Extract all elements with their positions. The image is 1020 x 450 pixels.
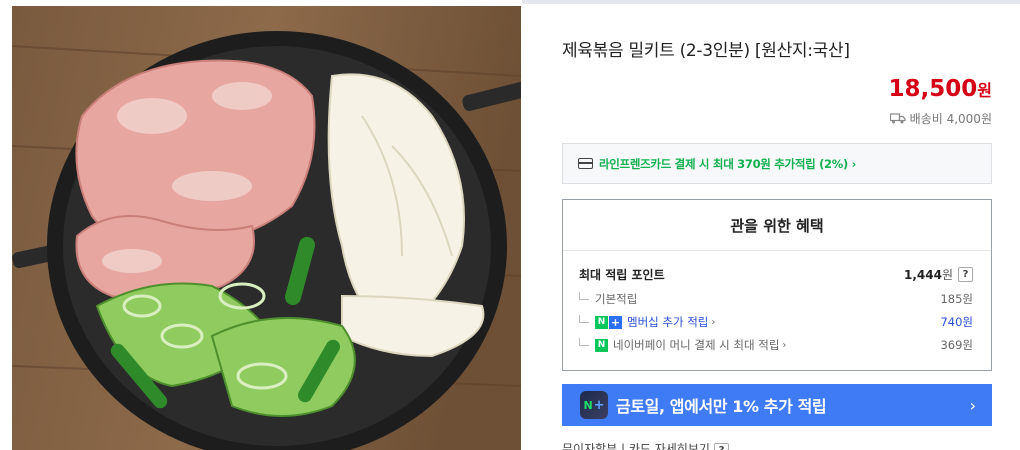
product-image-drawing xyxy=(12,6,521,450)
basic-points-label: 기본적립 xyxy=(595,292,638,306)
card-benefit-text: 라인프렌즈카드 결제 시 최대 370원 추가적립 (2%) › xyxy=(599,156,857,171)
tree-branch-icon xyxy=(579,292,589,300)
chevron-right-icon: › xyxy=(969,395,976,415)
truck-icon xyxy=(889,113,906,124)
benefit-title: 관을 위한 혜택 xyxy=(730,217,824,235)
membership-points-value: 740원 xyxy=(940,315,973,329)
benefit-box: 관을 위한 혜택 최대 적립 포인트 1,444원 ? 기본적립 185원 N … xyxy=(562,199,992,371)
card-benefit-banner[interactable]: 라인프렌즈카드 결제 시 최대 370원 추가적립 (2%) › xyxy=(562,143,992,184)
npay-points-row[interactable]: N 네이버페이 머니 결제 시 최대 적립 › 369원 xyxy=(579,337,973,353)
app-benefit-banner[interactable]: N + 금토일, 앱에서만 1% 추가 적립 › xyxy=(562,384,992,426)
membership-points-row[interactable]: N + 멤버십 추가 적립 › 740원 xyxy=(579,314,973,330)
plus-icon: + xyxy=(609,315,622,329)
max-points-value: 1,444원 xyxy=(904,266,953,283)
shipping-fee-text: 배송비 4,000원 xyxy=(909,112,992,126)
credit-card-icon xyxy=(578,158,593,169)
max-points-unit: 원 xyxy=(941,268,953,282)
price-value: 18,500 xyxy=(888,76,978,102)
chevron-right-icon: › xyxy=(711,316,716,328)
max-points-row: 최대 적립 포인트 1,444원 ? xyxy=(579,266,973,283)
naver-plus-app-icon: N + xyxy=(580,391,608,419)
product-price: 18,500원 xyxy=(889,76,993,102)
naver-n-icon: N xyxy=(595,315,608,329)
membership-points-label[interactable]: 멤버십 추가 적립 xyxy=(627,314,708,330)
tree-branch-icon xyxy=(579,338,589,346)
help-icon[interactable]: ? xyxy=(958,267,973,282)
tree-branch-icon xyxy=(579,315,589,323)
app-benefit-text: 금토일, 앱에서만 1% 추가 적립 xyxy=(616,397,827,416)
installment-text[interactable]: 무이자할부 | 카드 자세히보기 xyxy=(562,442,710,450)
benefit-divider xyxy=(563,250,991,251)
installment-info[interactable]: 무이자할부 | 카드 자세히보기? xyxy=(562,440,729,450)
app-icon-n: N xyxy=(583,398,593,412)
product-title: 제육볶음 밀키트 (2-3인분) [원산지:국산] xyxy=(562,41,850,61)
app-icon-plus: + xyxy=(593,397,605,413)
naver-pay-icon: N xyxy=(595,338,608,352)
help-icon[interactable]: ? xyxy=(713,443,729,450)
shipping-fee: 배송비 4,000원 xyxy=(889,110,992,127)
top-divider xyxy=(522,0,1020,4)
product-page: 제육볶음 밀키트 (2-3인분) [원산지:국산] 18,500원 배송비 4,… xyxy=(0,0,1020,450)
product-image[interactable] xyxy=(12,6,521,450)
npay-points-label[interactable]: 네이버페이 머니 결제 시 최대 적립 xyxy=(613,337,779,353)
max-points-label: 최대 적립 포인트 xyxy=(579,268,665,282)
basic-points-row: 기본적립 185원 xyxy=(579,291,973,307)
npay-points-value: 369원 xyxy=(940,338,973,352)
chevron-right-icon: › xyxy=(782,339,787,351)
basic-points-value: 185원 xyxy=(940,292,973,306)
price-unit: 원 xyxy=(977,81,992,100)
max-points-number: 1,444 xyxy=(903,268,942,282)
